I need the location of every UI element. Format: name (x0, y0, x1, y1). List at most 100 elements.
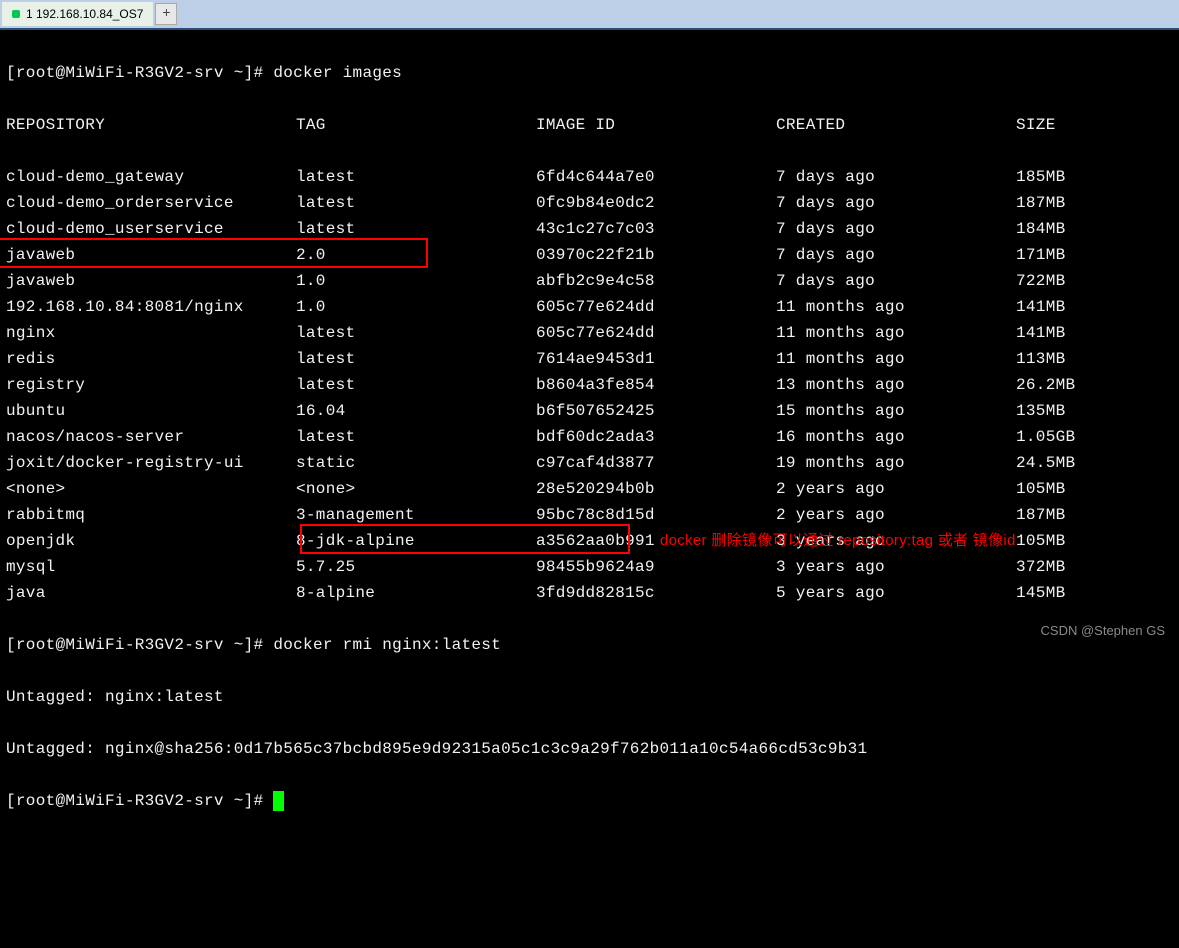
cell-tag: 3-management (296, 502, 536, 528)
cell-id: 98455b9624a9 (536, 554, 776, 580)
cell-tag: <none> (296, 476, 536, 502)
status-indicator-icon (12, 10, 20, 18)
cell-created: 7 days ago (776, 268, 1016, 294)
cell-repo: openjdk (6, 528, 296, 554)
cell-tag: 8-alpine (296, 580, 536, 606)
cell-id: 0fc9b84e0dc2 (536, 190, 776, 216)
cell-size: 26.2MB (1016, 372, 1136, 398)
cell-size: 24.5MB (1016, 450, 1136, 476)
cell-size: 145MB (1016, 580, 1136, 606)
cell-id: b6f507652425 (536, 398, 776, 424)
tab-title: 1 192.168.10.84_OS7 (26, 7, 143, 21)
prompt: [root@MiWiFi-R3GV2-srv ~]# (6, 792, 273, 810)
cell-repo: cloud-demo_orderservice (6, 190, 296, 216)
cell-id: abfb2c9e4c58 (536, 268, 776, 294)
cell-tag: latest (296, 346, 536, 372)
cell-size: 1.05GB (1016, 424, 1136, 450)
cell-size: 722MB (1016, 268, 1136, 294)
cell-size: 187MB (1016, 190, 1136, 216)
add-tab-button[interactable]: + (155, 3, 177, 25)
table-row: cloud-demo_gatewaylatest6fd4c644a7e07 da… (6, 164, 1173, 190)
table-row: 192.168.10.84:8081/nginx1.0605c77e624dd1… (6, 294, 1173, 320)
cell-created: 3 years ago (776, 554, 1016, 580)
cell-created: 7 days ago (776, 164, 1016, 190)
cell-repo: joxit/docker-registry-ui (6, 450, 296, 476)
cell-repo: registry (6, 372, 296, 398)
cell-tag: latest (296, 372, 536, 398)
cell-size: 171MB (1016, 242, 1136, 268)
table-row: registrylatestb8604a3fe85413 months ago2… (6, 372, 1173, 398)
cell-created: 5 years ago (776, 580, 1016, 606)
cell-repo: javaweb (6, 268, 296, 294)
cell-created: 19 months ago (776, 450, 1016, 476)
cell-id: 6fd4c644a7e0 (536, 164, 776, 190)
cell-size: 141MB (1016, 294, 1136, 320)
cell-repo: mysql (6, 554, 296, 580)
cell-size: 135MB (1016, 398, 1136, 424)
cell-size: 105MB (1016, 476, 1136, 502)
prompt: [root@MiWiFi-R3GV2-srv ~]# (6, 636, 273, 654)
watermark: CSDN @Stephen GS (1041, 623, 1165, 638)
cell-created: 2 years ago (776, 502, 1016, 528)
cell-size: 372MB (1016, 554, 1136, 580)
cell-id: 03970c22f21b (536, 242, 776, 268)
cell-tag: latest (296, 190, 536, 216)
terminal-tab[interactable]: 1 192.168.10.84_OS7 (2, 2, 153, 26)
cell-tag: 2.0 (296, 242, 536, 268)
cell-created: 15 months ago (776, 398, 1016, 424)
header-size: SIZE (1016, 112, 1136, 138)
table-row: rabbitmq3-management95bc78c8d15d2 years … (6, 502, 1173, 528)
cell-size: 185MB (1016, 164, 1136, 190)
table-row: cloud-demo_userservicelatest43c1c27c7c03… (6, 216, 1173, 242)
cell-id: 605c77e624dd (536, 320, 776, 346)
cell-repo: cloud-demo_gateway (6, 164, 296, 190)
cell-size: 184MB (1016, 216, 1136, 242)
cell-size: 187MB (1016, 502, 1136, 528)
cell-created: 7 days ago (776, 216, 1016, 242)
output-line: Untagged: nginx@sha256:0d17b565c37bcbd89… (6, 736, 1173, 762)
cell-created: 7 days ago (776, 242, 1016, 268)
cell-tag: latest (296, 424, 536, 450)
cell-repo: ubuntu (6, 398, 296, 424)
cell-repo: nginx (6, 320, 296, 346)
command-2: docker rmi nginx:latest (273, 636, 501, 654)
cell-created: 2 years ago (776, 476, 1016, 502)
cell-id: bdf60dc2ada3 (536, 424, 776, 450)
cell-id: 95bc78c8d15d (536, 502, 776, 528)
cell-tag: latest (296, 320, 536, 346)
cell-size: 105MB (1016, 528, 1136, 554)
cell-repo: redis (6, 346, 296, 372)
cell-tag: static (296, 450, 536, 476)
cell-repo: java (6, 580, 296, 606)
cell-created: 16 months ago (776, 424, 1016, 450)
cell-tag: 1.0 (296, 294, 536, 320)
prompt: [root@MiWiFi-R3GV2-srv ~]# (6, 64, 273, 82)
cell-repo: javaweb (6, 242, 296, 268)
cell-tag: 5.7.25 (296, 554, 536, 580)
command-1: docker images (273, 64, 402, 82)
cell-id: 605c77e624dd (536, 294, 776, 320)
cell-created: 11 months ago (776, 294, 1016, 320)
cell-size: 113MB (1016, 346, 1136, 372)
table-row: <none><none>28e520294b0b2 years ago105MB (6, 476, 1173, 502)
cell-id: b8604a3fe854 (536, 372, 776, 398)
header-tag: TAG (296, 112, 536, 138)
table-row: javaweb1.0abfb2c9e4c587 days ago722MB (6, 268, 1173, 294)
table-row: javaweb2.003970c22f21b7 days ago171MB (6, 242, 1173, 268)
cell-created: 7 days ago (776, 190, 1016, 216)
cell-created: 11 months ago (776, 346, 1016, 372)
cell-tag: latest (296, 164, 536, 190)
cell-id: 3fd9dd82815c (536, 580, 776, 606)
cell-repo: nacos/nacos-server (6, 424, 296, 450)
table-row: ubuntu16.04b6f50765242515 months ago135M… (6, 398, 1173, 424)
cell-repo: cloud-demo_userservice (6, 216, 296, 242)
cell-created: 11 months ago (776, 320, 1016, 346)
cell-id: 7614ae9453d1 (536, 346, 776, 372)
table-row: joxit/docker-registry-uistaticc97caf4d38… (6, 450, 1173, 476)
table-row: cloud-demo_orderservicelatest0fc9b84e0dc… (6, 190, 1173, 216)
cell-created: 13 months ago (776, 372, 1016, 398)
terminal[interactable]: [root@MiWiFi-R3GV2-srv ~]# docker images… (0, 28, 1179, 948)
annotation-text: docker 删除镜像可以通过 repository:tag 或者 镜像id (660, 528, 1016, 554)
table-row: java8-alpine3fd9dd82815c5 years ago145MB (6, 580, 1173, 606)
cursor-icon (273, 791, 284, 811)
